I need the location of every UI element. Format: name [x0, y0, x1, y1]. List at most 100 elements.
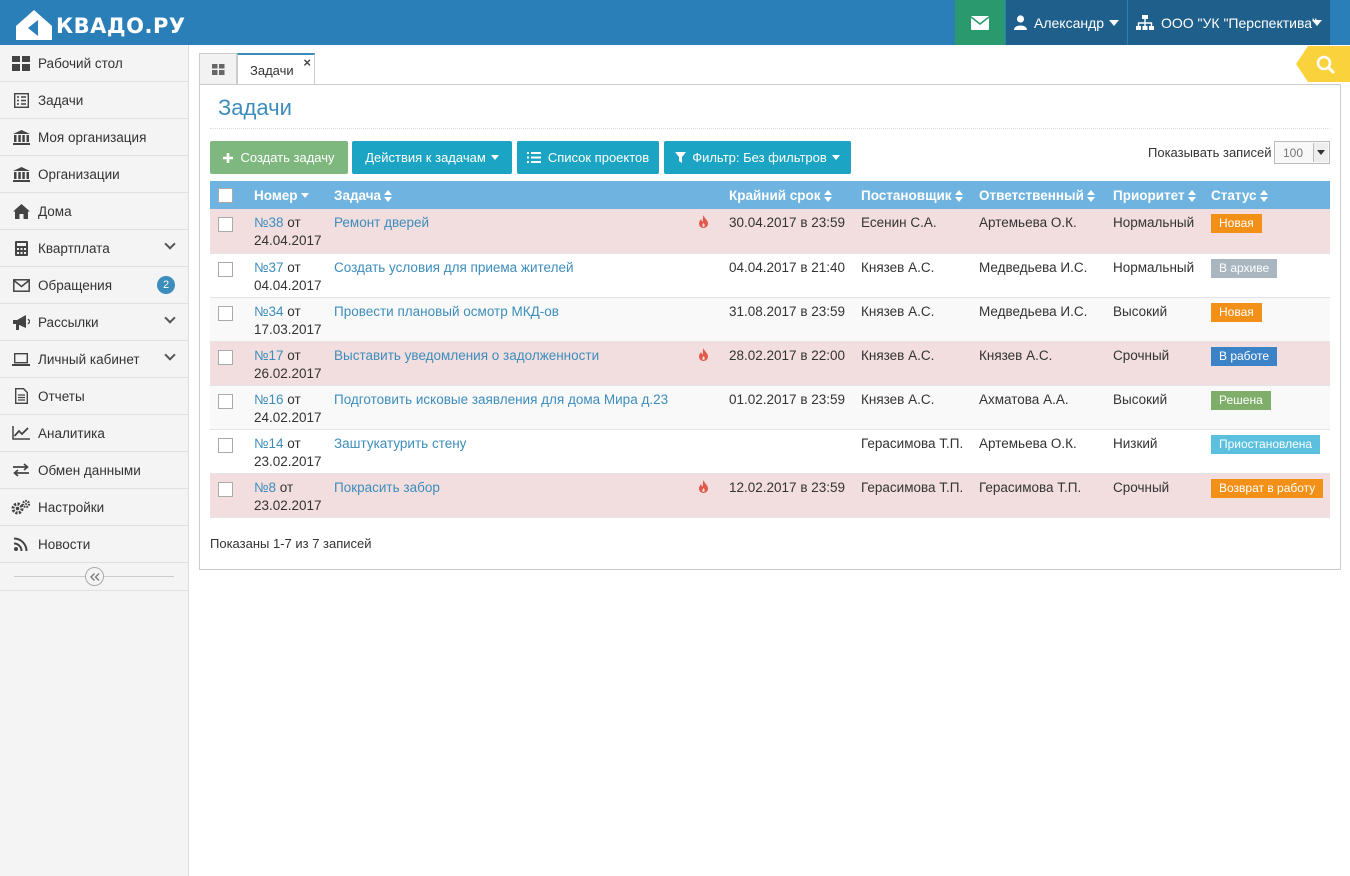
assignee-cell: Князев А.С.	[971, 341, 1105, 386]
sidebar-collapse	[0, 563, 188, 591]
task-number-link[interactable]: №14	[254, 436, 284, 451]
assignee-cell: Герасимова Т.П.	[971, 473, 1105, 518]
assignee-cell: Артемьева О.К.	[971, 209, 1105, 254]
chevron-down-icon	[164, 349, 176, 361]
assignee-cell: Ахматова А.А.	[971, 385, 1105, 430]
sidebar-item-rent[interactable]: Квартплата	[0, 230, 188, 267]
messages-button[interactable]	[955, 0, 1005, 45]
author-cell: Есенин С.А.	[853, 209, 971, 254]
task-number-link[interactable]: №38	[254, 215, 284, 230]
laptop-icon	[11, 350, 31, 368]
priority-cell: Нормальный	[1105, 209, 1203, 254]
row-checkbox[interactable]	[218, 261, 233, 277]
sidebar-item-mailings[interactable]: Рассылки	[0, 304, 188, 341]
organization-name: ООО "УК "Перспектива"	[1161, 14, 1317, 31]
logo-house-icon	[16, 10, 52, 40]
row-checkbox[interactable]	[218, 481, 233, 497]
column-task[interactable]: Задача	[326, 181, 721, 209]
priority-cell: Нормальный	[1105, 253, 1203, 298]
sidebar-item-organizations[interactable]: Организации	[0, 156, 188, 193]
chevron-down-icon	[164, 312, 176, 324]
column-author[interactable]: Постановщик	[853, 181, 971, 209]
logo[interactable]: КВАДО.РУ	[14, 6, 186, 40]
task-title-link[interactable]: Заштукатурить стену	[334, 436, 466, 451]
from-text: от	[287, 303, 301, 319]
exchange-icon	[11, 461, 31, 479]
task-number-link[interactable]: №37	[254, 260, 284, 275]
row-checkbox[interactable]	[218, 305, 233, 321]
priority-cell: Срочный	[1105, 341, 1203, 386]
task-date: 17.03.2017	[254, 321, 322, 337]
fire-icon	[698, 215, 709, 233]
sidebar-item-analytics[interactable]: Аналитика	[0, 415, 188, 452]
filter-label: Фильтр: Без фильтров	[692, 150, 827, 165]
status-badge: В архиве	[1211, 258, 1278, 278]
task-title-link[interactable]: Выставить уведомления о задолженности	[334, 348, 599, 363]
page-size-select[interactable]: 100	[1274, 141, 1330, 164]
user-menu[interactable]: Александр	[1006, 0, 1127, 45]
task-title-link[interactable]: Провести плановый осмотр МКД-ов	[334, 304, 559, 319]
task-actions-dropdown[interactable]: Действия к задачам	[352, 141, 512, 174]
sidebar: Рабочий стол Задачи Моя организация Орга…	[0, 45, 189, 876]
task-number-link[interactable]: №16	[254, 392, 284, 407]
close-icon[interactable]: ×	[303, 55, 311, 70]
home-icon	[11, 202, 31, 220]
row-checkbox[interactable]	[218, 217, 233, 232]
from-text: от	[279, 479, 294, 495]
task-title-link[interactable]: Ремонт дверей	[334, 215, 429, 230]
sidebar-item-my-organization[interactable]: Моя организация	[0, 119, 188, 156]
tasks-list-icon	[11, 91, 31, 109]
project-list-label: Список проектов	[547, 150, 650, 165]
from-text: от	[287, 347, 301, 363]
sidebar-item-appeals[interactable]: Обращения 2	[0, 267, 188, 304]
column-assignee[interactable]: Ответственный	[971, 181, 1105, 209]
sidebar-item-data-exchange[interactable]: Обмен данными	[0, 452, 188, 489]
sidebar-item-desktop[interactable]: Рабочий стол	[0, 45, 188, 82]
task-title-link[interactable]: Подготовить исковые заявления для дома М…	[334, 392, 668, 407]
task-number-link[interactable]: №34	[254, 304, 284, 319]
calculator-icon	[11, 239, 31, 257]
envelope-icon	[971, 15, 989, 30]
create-task-label: Создать задачу	[240, 150, 335, 165]
row-checkbox[interactable]	[218, 349, 233, 365]
row-checkbox[interactable]	[218, 393, 233, 409]
user-name: Александр	[1034, 14, 1105, 31]
table-row: №17 от 26.02.2017 Выставить уведомления о…	[210, 341, 1330, 386]
project-list-button[interactable]: Список проектов	[517, 141, 659, 174]
tab-tasks[interactable]: Задачи ×	[237, 53, 315, 85]
dashboard-icon	[11, 54, 31, 72]
status-badge: Возврат в работу	[1211, 478, 1324, 498]
select-all-checkbox[interactable]	[218, 187, 233, 203]
column-priority[interactable]: Приоритет	[1105, 181, 1203, 209]
sidebar-item-news[interactable]: Новости	[0, 526, 188, 563]
organization-menu[interactable]: ООО "УК "Перспектива"	[1128, 0, 1330, 45]
author-cell: Герасимова Т.П.	[853, 473, 971, 518]
tab-home[interactable]	[199, 53, 237, 85]
select-all-header	[210, 181, 246, 209]
filter-icon	[675, 152, 687, 163]
create-task-button[interactable]: Создать задачу	[210, 141, 348, 174]
sidebar-item-houses[interactable]: Дома	[0, 193, 188, 230]
priority-cell: Высокий	[1105, 297, 1203, 342]
task-title-link[interactable]: Создать условия для приема жителей	[334, 260, 574, 275]
column-deadline[interactable]: Крайний срок	[721, 181, 853, 209]
status-badge: Новая	[1211, 214, 1262, 233]
column-status[interactable]: Статус	[1203, 181, 1330, 209]
column-number[interactable]: Номер	[246, 181, 326, 209]
sidebar-item-personal-account[interactable]: Личный кабинет	[0, 341, 188, 378]
sidebar-item-settings[interactable]: Настройки	[0, 489, 188, 526]
task-number-link[interactable]: №17	[254, 348, 284, 363]
sidebar-item-tasks[interactable]: Задачи	[0, 82, 188, 119]
search-button[interactable]	[1296, 46, 1350, 82]
author-cell: Князев А.С.	[853, 341, 971, 386]
table-row: №16 от 24.02.2017 Подготовить исковые зая…	[210, 385, 1330, 430]
task-title-link[interactable]: Покрасить забор	[334, 480, 440, 495]
task-number-link[interactable]: №8	[254, 480, 276, 495]
sidebar-item-reports[interactable]: Отчеты	[0, 378, 188, 415]
column-label: Крайний срок	[729, 187, 821, 203]
sort-icon	[384, 189, 393, 202]
collapse-sidebar-button[interactable]	[85, 567, 104, 586]
row-checkbox[interactable]	[218, 437, 233, 453]
sidebar-item-label: Отчеты	[38, 388, 85, 404]
filter-dropdown[interactable]: Фильтр: Без фильтров	[664, 141, 851, 174]
